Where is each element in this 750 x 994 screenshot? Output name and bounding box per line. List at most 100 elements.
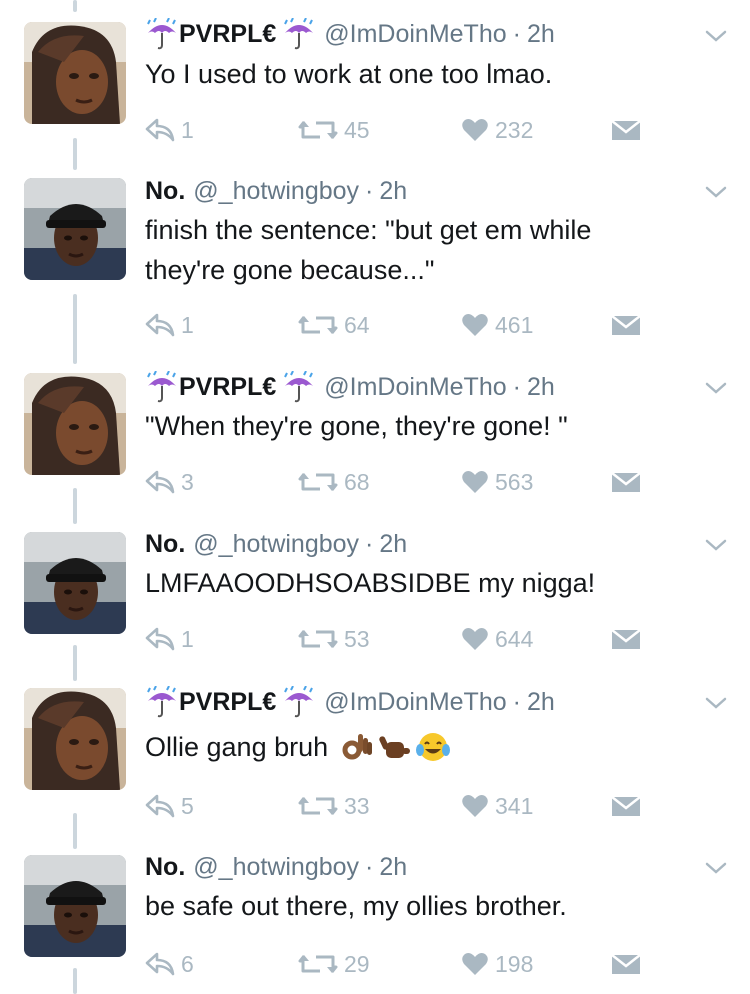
direct-message-button[interactable] <box>611 467 647 497</box>
umbrella-with-rain-icon <box>282 686 316 718</box>
avatar[interactable] <box>24 22 126 124</box>
avatar[interactable] <box>24 688 126 790</box>
like-count: 198 <box>495 950 534 977</box>
envelope-icon <box>611 314 641 336</box>
like-button[interactable]: 644 <box>461 624 533 654</box>
like-button[interactable]: 341 <box>461 791 533 821</box>
direct-message-button[interactable] <box>611 310 647 340</box>
chevron-down-icon[interactable] <box>704 537 728 553</box>
like-button[interactable]: 563 <box>461 467 533 497</box>
retweet-count: 64 <box>344 311 370 338</box>
reply-icon <box>145 470 175 494</box>
envelope-icon <box>611 628 641 650</box>
timestamp[interactable]: 2h <box>527 20 555 49</box>
avatar[interactable] <box>24 855 126 957</box>
retweet-count: 45 <box>344 116 370 143</box>
retweet-icon <box>298 118 338 142</box>
direct-message-button[interactable] <box>611 624 647 654</box>
timestamp[interactable]: 2h <box>527 688 555 717</box>
chevron-down-icon[interactable] <box>704 28 728 44</box>
like-button[interactable]: 461 <box>461 310 533 340</box>
reply-icon <box>145 794 175 818</box>
reply-button[interactable]: 1 <box>145 115 194 145</box>
author-handle[interactable]: @ImDoinMeTho <box>324 20 506 49</box>
tweet-text: "When they're gone, they're gone! " <box>145 411 568 441</box>
author-name[interactable]: PVRPL€ <box>179 373 276 402</box>
reply-button[interactable]: 6 <box>145 949 194 979</box>
thread-line <box>73 138 77 170</box>
author-name[interactable]: PVRPL€ <box>179 20 276 49</box>
tweet-header: No. @_hotwingboy · 2h <box>145 849 407 885</box>
author-name[interactable]: No. <box>145 530 185 559</box>
thread-line <box>73 488 77 524</box>
separator: · <box>365 176 374 205</box>
chevron-down-icon[interactable] <box>704 380 728 396</box>
timestamp[interactable]: 2h <box>379 853 407 882</box>
avatar[interactable] <box>24 178 126 280</box>
like-count: 563 <box>495 468 534 495</box>
reply-icon <box>145 313 175 337</box>
author-name[interactable]: No. <box>145 177 185 206</box>
direct-message-button[interactable] <box>611 791 647 821</box>
retweet-icon <box>298 627 338 651</box>
heart-icon <box>461 470 489 494</box>
reply-count: 3 <box>181 468 194 495</box>
umbrella-with-rain-icon <box>145 18 179 50</box>
timestamp[interactable]: 2h <box>379 177 407 206</box>
author-handle[interactable]: @ImDoinMeTho <box>324 688 506 717</box>
chevron-down-icon[interactable] <box>704 695 728 711</box>
author-handle[interactable]: @ImDoinMeTho <box>324 373 506 402</box>
timestamp[interactable]: 2h <box>379 530 407 559</box>
tweet-text-line: finish the sentence: "but get em while <box>145 215 592 245</box>
like-button[interactable]: 232 <box>461 115 533 145</box>
direct-message-button[interactable] <box>611 115 647 145</box>
reply-button[interactable]: 3 <box>145 467 194 497</box>
author-handle[interactable]: @_hotwingboy <box>193 530 359 559</box>
envelope-icon <box>611 953 641 975</box>
call-me-hand-icon <box>378 730 412 764</box>
tweet-actions: 1 45 232 <box>145 115 645 145</box>
author-handle[interactable]: @_hotwingboy <box>193 853 359 882</box>
tweet-header: No. @_hotwingboy · 2h <box>145 526 407 562</box>
like-count: 232 <box>495 116 534 143</box>
separator: · <box>365 852 374 881</box>
like-button[interactable]: 198 <box>461 949 533 979</box>
tweet-actions: 6 29 198 <box>145 949 645 979</box>
author-name[interactable]: No. <box>145 853 185 882</box>
avatar[interactable] <box>24 532 126 634</box>
tweet-actions: 1 64 461 <box>145 310 645 340</box>
reply-count: 1 <box>181 116 194 143</box>
thread-line <box>73 0 77 12</box>
tweet-text-line: they're gone because..." <box>145 255 435 285</box>
retweet-button[interactable]: 29 <box>298 949 370 979</box>
reply-count: 6 <box>181 950 194 977</box>
heart-icon <box>461 313 489 337</box>
direct-message-button[interactable] <box>611 949 647 979</box>
avatar[interactable] <box>24 373 126 475</box>
retweet-button[interactable]: 64 <box>298 310 370 340</box>
chevron-down-icon[interactable] <box>704 860 728 876</box>
reply-button[interactable]: 1 <box>145 624 194 654</box>
author-name[interactable]: PVRPL€ <box>179 688 276 717</box>
retweet-button[interactable]: 53 <box>298 624 370 654</box>
tweet-text-content: Ollie gang bruh <box>145 732 329 762</box>
separator: · <box>512 372 521 401</box>
envelope-icon <box>611 471 641 493</box>
author-handle[interactable]: @_hotwingboy <box>193 177 359 206</box>
envelope-icon <box>611 795 641 817</box>
timestamp[interactable]: 2h <box>527 373 555 402</box>
retweet-button[interactable]: 68 <box>298 467 370 497</box>
separator: · <box>512 19 521 48</box>
reply-icon <box>145 118 175 142</box>
retweet-button[interactable]: 33 <box>298 791 370 821</box>
reply-button[interactable]: 1 <box>145 310 194 340</box>
tweet-header: PVRPL€ @ImDoinMeTho · 2h <box>145 16 555 52</box>
umbrella-with-rain-icon <box>282 18 316 50</box>
reply-button[interactable]: 5 <box>145 791 194 821</box>
thread-line <box>73 294 77 364</box>
chevron-down-icon[interactable] <box>704 184 728 200</box>
reply-count: 5 <box>181 792 194 819</box>
reply-count: 1 <box>181 625 194 652</box>
retweet-button[interactable]: 45 <box>298 115 370 145</box>
ok-hand-icon <box>340 730 374 764</box>
